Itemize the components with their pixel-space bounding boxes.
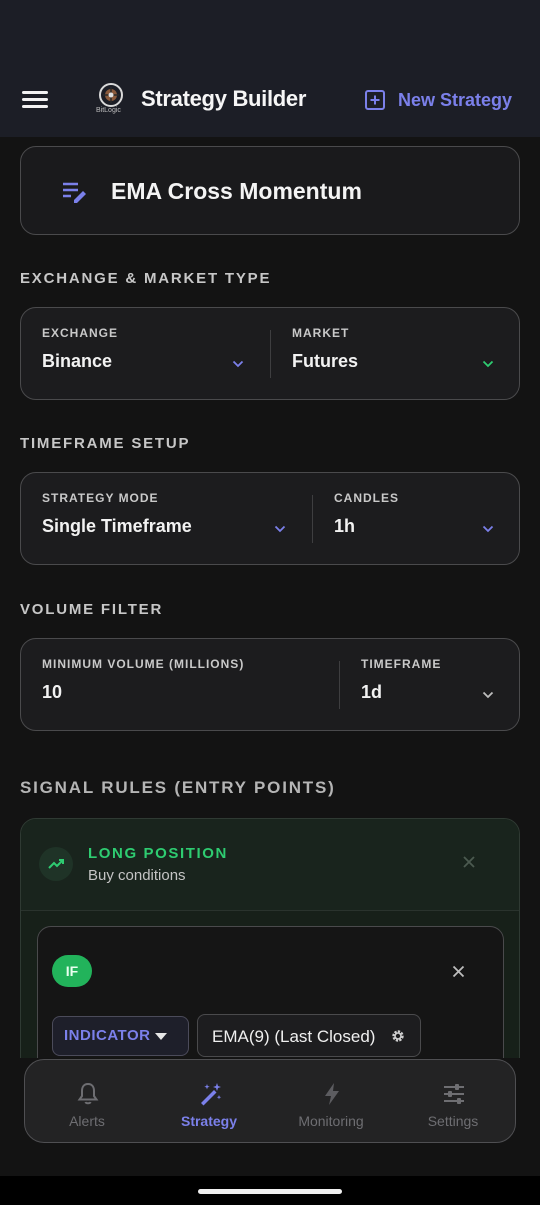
volume-filter-card: MINIMUM VOLUME (MILLIONS) 10 TIMEFRAME 1…	[20, 638, 520, 731]
indicator-value: EMA(9) (Last Closed)	[212, 1027, 376, 1046]
add-box-icon	[365, 90, 385, 110]
indicator-type-select[interactable]: INDICATOR	[52, 1016, 189, 1056]
indicator-value-chip[interactable]: EMA(9) (Last Closed)	[197, 1014, 421, 1057]
home-gesture-bar[interactable]	[198, 1189, 342, 1194]
magic-wand-icon	[201, 1083, 222, 1106]
market-value: Futures	[292, 351, 359, 371]
nav-alerts[interactable]: Alerts	[27, 1060, 147, 1144]
edit-note-icon	[63, 182, 86, 203]
bottom-navigation: Alerts Strategy Monitoring Settings	[24, 1059, 516, 1143]
min-volume-input[interactable]: MINIMUM VOLUME (MILLIONS) 10	[42, 657, 244, 703]
section-signals-title: SIGNAL RULES (ENTRY POINTS)	[20, 778, 336, 797]
exchange-market-card: EXCHANGE Binance MARKET Futures	[20, 307, 520, 400]
nav-label: Strategy	[180, 1113, 238, 1129]
nav-label: Monitoring	[298, 1113, 364, 1129]
chevron-down-icon	[232, 360, 244, 368]
field-divider	[339, 661, 340, 709]
strategy-name-card[interactable]: EMA Cross Momentum	[20, 146, 520, 235]
exchange-label: EXCHANGE	[42, 326, 119, 340]
trending-up-badge	[39, 847, 73, 881]
chevron-down-icon	[482, 360, 494, 368]
market-select[interactable]: MARKET Futures	[292, 326, 358, 372]
chevron-down-icon	[274, 525, 286, 533]
new-strategy-label: New Strategy	[398, 89, 513, 110]
strategy-mode-label: STRATEGY MODE	[42, 491, 159, 505]
section-volume-title: VOLUME FILTER	[20, 601, 164, 618]
close-icon[interactable]	[452, 965, 465, 978]
section-exchange-title: EXCHANGE & MARKET TYPE	[20, 270, 272, 287]
close-icon[interactable]	[462, 855, 476, 869]
market-label: MARKET	[292, 326, 350, 340]
strategy-name: EMA Cross Momentum	[111, 178, 362, 204]
timeframe-card: STRATEGY MODE Single Timeframe CANDLES 1…	[20, 472, 520, 565]
caret-down-icon	[155, 1033, 167, 1040]
logo-text: BitLogic	[96, 107, 121, 114]
trending-up-icon	[48, 859, 64, 869]
exchange-value: Binance	[42, 351, 113, 371]
long-position-header: LONG POSITION Buy conditions	[21, 819, 519, 911]
min-volume-value: 10	[42, 682, 63, 702]
volume-timeframe-select[interactable]: TIMEFRAME 1d	[361, 657, 441, 703]
field-divider	[312, 495, 313, 543]
gesture-nav-area	[0, 1176, 540, 1205]
candles-value: 1h	[334, 516, 356, 536]
candles-label: CANDLES	[334, 491, 400, 505]
bell-icon	[77, 1082, 99, 1105]
indicator-type-label: INDICATOR	[64, 1027, 151, 1044]
chevron-down-icon	[482, 691, 494, 699]
sliders-icon	[444, 1084, 464, 1104]
long-position-subtitle: Buy conditions	[88, 867, 186, 884]
app-bar: BitLogic Strategy Builder New Strategy	[0, 60, 540, 137]
section-timeframe-title: TIMEFRAME SETUP	[20, 435, 191, 452]
exchange-select[interactable]: EXCHANGE Binance	[42, 326, 118, 372]
strategy-mode-select[interactable]: STRATEGY MODE Single Timeframe	[42, 491, 192, 537]
gear-icon[interactable]	[391, 1029, 405, 1043]
volume-timeframe-label: TIMEFRAME	[361, 657, 442, 671]
if-badge: IF	[52, 955, 92, 987]
lightning-icon	[325, 1083, 339, 1105]
nav-label: Alerts	[69, 1113, 105, 1129]
menu-icon[interactable]	[22, 91, 48, 109]
chevron-down-icon	[482, 525, 494, 533]
page-title: Strategy Builder	[141, 86, 307, 111]
min-volume-label: MINIMUM VOLUME (MILLIONS)	[42, 657, 245, 671]
volume-timeframe-value: 1d	[361, 682, 383, 702]
long-position-title: LONG POSITION	[88, 845, 228, 862]
field-divider	[270, 330, 271, 378]
status-bar-area	[0, 0, 540, 60]
nav-monitoring[interactable]: Monitoring	[271, 1060, 391, 1144]
nav-settings[interactable]: Settings	[393, 1060, 513, 1144]
nav-label: Settings	[427, 1113, 479, 1129]
new-strategy-button[interactable]: New Strategy	[364, 86, 512, 114]
nav-strategy[interactable]: Strategy	[149, 1060, 269, 1144]
candles-select[interactable]: CANDLES 1h	[334, 491, 399, 537]
strategy-mode-value: Single Timeframe	[42, 516, 192, 536]
